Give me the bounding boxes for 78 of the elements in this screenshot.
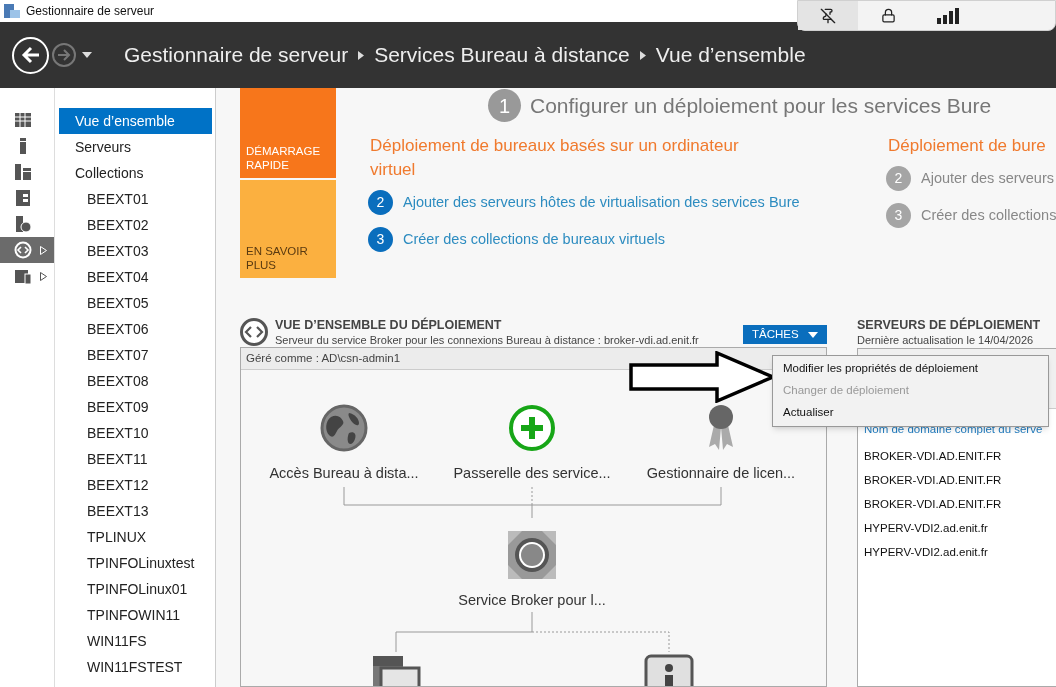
start-tile[interactable]: EN SAVOIR PLUS bbox=[240, 180, 336, 278]
caret-icon bbox=[808, 331, 818, 338]
signal-icon bbox=[937, 7, 959, 24]
unpin-icon bbox=[820, 7, 836, 24]
server-name-cell-text: HYPERV-VDI2.ad.enit.fr bbox=[863, 545, 989, 561]
nav-item[interactable]: Vue d’ensemble bbox=[59, 108, 212, 134]
app-icon bbox=[4, 4, 20, 18]
server-name-cell-text: BROKER-VDI.AD.ENIT.FR bbox=[863, 497, 1003, 513]
caret-icon bbox=[82, 52, 92, 58]
step-number: 1 bbox=[488, 89, 521, 122]
section-title: VUE D’ENSEMBLE DU DÉPLOIEMENT bbox=[275, 318, 503, 333]
nav-item[interactable]: TPINFOWIN11 bbox=[59, 602, 212, 628]
nav-item[interactable]: BEEXT12 bbox=[59, 472, 212, 498]
role-label[interactable]: Accès Bureau à dista... bbox=[269, 463, 419, 485]
breadcrumb-separator-icon bbox=[358, 50, 365, 60]
step-link[interactable]: 3 Créer des collections de bureaux virtuels bbox=[368, 227, 888, 252]
nav-item[interactable]: BEEXT13 bbox=[59, 498, 212, 524]
server-name-cell-text: BROKER-VDI.AD.ENIT.FR bbox=[863, 473, 1003, 489]
nav-item[interactable]: TPINFOLinuxtest bbox=[59, 550, 212, 576]
window-title: Gestionnaire de serveur bbox=[26, 3, 155, 20]
breadcrumb-item[interactable]: Gestionnaire de serveur bbox=[124, 39, 349, 71]
nav-item[interactable]: BEEXT06 bbox=[59, 316, 212, 342]
step-number: 3 bbox=[368, 227, 393, 252]
quick-start-title: Configurer un déploiement pour les services Bure bbox=[530, 92, 992, 119]
nav-item[interactable]: BEEXT08 bbox=[59, 368, 212, 394]
nav-item[interactable]: BEEXT04 bbox=[59, 264, 212, 290]
step-number: 2 bbox=[368, 190, 393, 215]
breadcrumb-separator-icon bbox=[639, 50, 646, 60]
globe-icon bbox=[319, 403, 369, 453]
server-name-cell-text: BROKER-VDI.AD.ENIT.FR bbox=[863, 449, 1003, 465]
breadcrumb-item[interactable]: Services Bureau à distance bbox=[374, 39, 630, 71]
role-label[interactable]: Gestionnaire de licen... bbox=[646, 463, 796, 485]
servers-icon bbox=[14, 163, 32, 181]
nav-item[interactable]: WIN11FS bbox=[59, 628, 212, 654]
unpin-button[interactable] bbox=[798, 1, 858, 30]
nav-item[interactable]: BEEXT03 bbox=[59, 238, 212, 264]
nav-item[interactable]: BEEXT02 bbox=[59, 212, 212, 238]
role-label[interactable]: Passerelle des service... bbox=[453, 463, 611, 485]
forward-arrow-icon bbox=[57, 49, 71, 61]
folder-server-icon bbox=[14, 267, 32, 285]
nav-item[interactable]: BEEXT05 bbox=[59, 290, 212, 316]
role-label[interactable]: Service Broker pour l... bbox=[458, 590, 606, 612]
nav-item[interactable]: Collections bbox=[59, 160, 212, 186]
nav-item[interactable]: BEEXT01 bbox=[59, 186, 212, 212]
rail-item[interactable] bbox=[0, 237, 54, 263]
back-button[interactable] bbox=[12, 36, 49, 74]
nav-item[interactable]: BEEXT07 bbox=[59, 342, 212, 368]
section-subtitle: Dernière actualisation le 14/04/2026 bbox=[857, 333, 1035, 347]
nav-item[interactable]: BEEXT11 bbox=[59, 446, 212, 472]
nav-item[interactable]: TPLINUX bbox=[59, 524, 212, 550]
grid-icon bbox=[14, 111, 32, 129]
step-number: 3 bbox=[886, 203, 911, 228]
expand-icon bbox=[40, 245, 47, 255]
menu-item[interactable]: Modifier les propriétés de déploiement bbox=[773, 358, 1048, 380]
breadcrumb-item[interactable]: Vue d’ensemble bbox=[655, 39, 806, 71]
column-heading: Déploiement de bure bbox=[888, 135, 1047, 157]
managed-as-label: Géré comme : AD\csn-admin1 bbox=[246, 350, 401, 366]
nav-item[interactable]: BEEXT10 bbox=[59, 420, 212, 446]
lock-icon bbox=[880, 8, 896, 23]
expand-icon bbox=[40, 271, 47, 281]
section-subtitle: Serveur du service Broker pour les connexions Bureau à distance : broker-vdi.ad.enit.fr bbox=[275, 333, 699, 347]
remote-desktop-icon bbox=[14, 241, 32, 259]
tasks-button[interactable]: TÂCHES bbox=[743, 325, 827, 344]
back-arrow-icon bbox=[20, 46, 41, 64]
broker-hub-icon bbox=[507, 530, 557, 580]
menu-item[interactable]: Actualiser bbox=[773, 402, 1048, 424]
section-title: SERVEURS DE DÉPLOIEMENT bbox=[857, 318, 1042, 333]
server-name-cell-text: HYPERV-VDI2.ad.enit.fr bbox=[863, 521, 989, 537]
server-globe-icon bbox=[14, 215, 32, 233]
step-number: 2 bbox=[886, 166, 911, 191]
step-link[interactable]: 2 Ajouter des serveurs hôtes de virtualisation des services Bure bbox=[368, 190, 888, 215]
nav-item[interactable]: TPINFOLinux01 bbox=[59, 576, 212, 602]
plus-icon bbox=[507, 403, 557, 453]
nav-item[interactable]: BEEXT09 bbox=[59, 394, 212, 420]
column-heading: Déploiement de bureaux basés sur un ordinateur virtuel bbox=[370, 135, 740, 181]
nav-item[interactable]: WIN11FSTEST bbox=[59, 654, 212, 680]
building-icon bbox=[14, 189, 32, 207]
nav-item[interactable]: Serveurs bbox=[59, 134, 212, 160]
